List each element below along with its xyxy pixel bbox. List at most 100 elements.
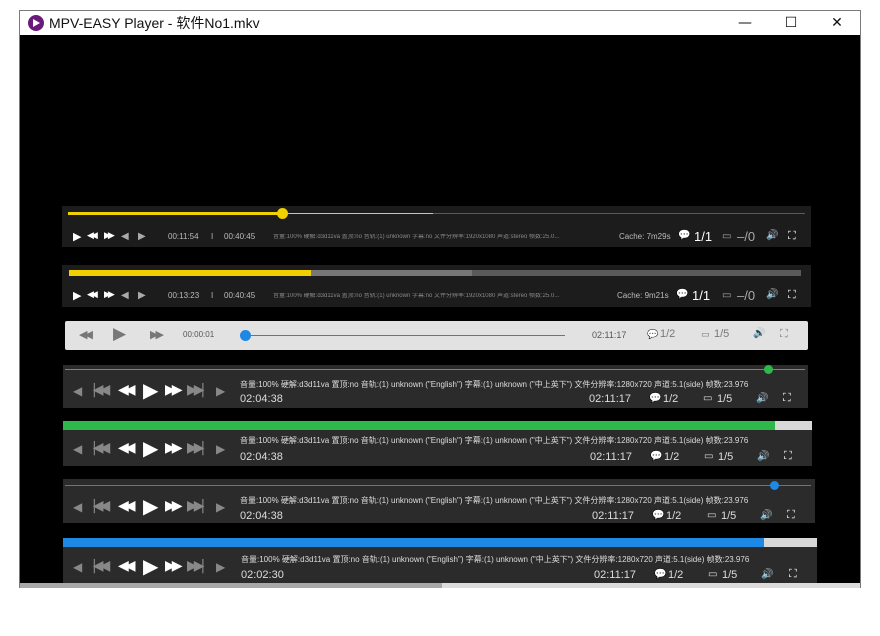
skip-back-icon[interactable]: |◀◀ [92, 499, 110, 513]
subtitle-count[interactable]: 1/5 [717, 394, 732, 405]
comment-icon[interactable]: 💬 [654, 570, 666, 580]
previous-icon[interactable]: ◀ [73, 385, 82, 397]
fullscreen-icon[interactable]: ⛶ [788, 231, 796, 242]
skip-back-icon[interactable]: |◀◀ [92, 383, 110, 397]
rewind-icon[interactable]: ◀◀ [87, 232, 98, 241]
seekbar-progress [69, 270, 311, 276]
subtitle-count[interactable]: 1/5 [714, 329, 729, 340]
next-icon[interactable]: ▶ [216, 443, 225, 455]
rewind-icon[interactable]: ◀◀ [79, 329, 93, 340]
play-icon[interactable]: ▶ [73, 231, 81, 242]
seekbar-handle[interactable] [764, 365, 773, 374]
media-info: 音量:100% 硬解:d3d11va 置顶:no 音轨:(1) unknown … [241, 555, 750, 564]
play-icon[interactable]: ▶ [143, 556, 158, 576]
subtitle-icon[interactable]: ▭ [722, 291, 731, 301]
skip-forward-icon[interactable]: ▶▶| [187, 559, 205, 573]
subtitle-icon[interactable]: ▭ [722, 232, 731, 242]
fast-forward-icon[interactable]: ▶▶ [104, 291, 115, 300]
chapter-count[interactable]: 1/2 [660, 329, 675, 340]
fast-forward-icon[interactable]: ▶▶ [165, 559, 182, 573]
skip-forward-icon[interactable]: ▶▶| [187, 499, 205, 513]
horizontal-scrollbar[interactable] [20, 583, 860, 588]
fast-forward-icon[interactable]: ▶▶ [165, 499, 182, 513]
play-icon[interactable]: ▶ [113, 326, 126, 343]
previous-icon[interactable]: ◀ [73, 501, 82, 513]
fullscreen-icon[interactable]: ⛶ [788, 290, 796, 301]
seekbar-track[interactable] [65, 485, 811, 486]
maximize-button[interactable]: ☐ [768, 11, 814, 35]
rewind-icon[interactable]: ◀◀ [118, 559, 135, 573]
fullscreen-icon[interactable]: ⛶ [780, 329, 788, 340]
scrollbar-thumb[interactable] [20, 583, 442, 588]
next-icon[interactable]: ▶ [216, 501, 225, 513]
fast-forward-icon[interactable]: ▶▶ [165, 383, 182, 397]
next-icon[interactable]: ▶ [216, 385, 225, 397]
subtitle-count[interactable]: 1/5 [718, 452, 733, 463]
skip-forward-icon[interactable]: ▶▶| [187, 441, 205, 455]
subtitle-count[interactable]: 1/5 [721, 511, 736, 522]
minimize-button[interactable]: — [722, 11, 768, 35]
comment-icon[interactable]: 💬 [678, 231, 690, 241]
play-icon[interactable]: ▶ [143, 496, 158, 516]
osc-bar-6: ◀ |◀◀ ◀◀ ▶ ▶▶ ▶▶| ▶ 音量:100% 硬解:d3d11va 置… [63, 479, 815, 523]
comment-icon[interactable]: 💬 [676, 290, 688, 300]
fullscreen-icon[interactable]: ⛶ [787, 510, 795, 521]
subtitle-icon[interactable]: ▭ [701, 330, 710, 339]
volume-icon[interactable]: 🔊 [756, 394, 768, 404]
chapter-count[interactable]: 1/1 [694, 230, 712, 243]
seekbar-handle[interactable] [240, 330, 251, 341]
skip-forward-icon[interactable]: ▶▶| [187, 383, 205, 397]
skip-back-icon[interactable]: |◀◀ [92, 559, 110, 573]
subtitle-count[interactable]: –/0 [737, 289, 755, 302]
next-icon[interactable]: ▶ [216, 561, 225, 573]
video-area[interactable]: ▶ ◀◀ ▶▶ ◀ ▶ 00:11:54 I 00:40:45 音量:100% … [20, 35, 860, 587]
previous-icon[interactable]: ◀ [121, 232, 129, 242]
rewind-icon[interactable]: ◀◀ [87, 291, 98, 300]
volume-icon[interactable]: 🔊 [766, 290, 778, 300]
play-icon[interactable]: ▶ [143, 380, 158, 400]
next-icon[interactable]: ▶ [138, 291, 146, 301]
fullscreen-icon[interactable]: ⛶ [783, 393, 791, 404]
previous-icon[interactable]: ◀ [73, 561, 82, 573]
play-icon[interactable]: ▶ [143, 438, 158, 458]
subtitle-icon[interactable]: ▭ [707, 511, 716, 521]
fullscreen-icon[interactable]: ⛶ [789, 569, 797, 580]
skip-back-icon[interactable]: |◀◀ [92, 441, 110, 455]
fast-forward-icon[interactable]: ▶▶ [165, 441, 182, 455]
chapter-count[interactable]: 1/2 [664, 452, 679, 463]
close-button[interactable]: ✕ [814, 11, 860, 35]
seekbar-handle[interactable] [277, 208, 288, 219]
previous-icon[interactable]: ◀ [121, 291, 129, 301]
volume-icon[interactable]: 🔊 [757, 452, 769, 462]
volume-icon[interactable]: 🔊 [766, 231, 778, 241]
title-bar[interactable]: MPV-EASY Player - 软件No1.mkv — ☐ ✕ [20, 11, 860, 35]
volume-icon[interactable]: 🔊 [753, 329, 765, 339]
chapter-count[interactable]: 1/2 [666, 511, 681, 522]
fullscreen-icon[interactable]: ⛶ [784, 451, 792, 462]
seekbar-handle[interactable] [770, 481, 779, 490]
comment-icon[interactable]: 💬 [649, 394, 661, 404]
rewind-icon[interactable]: ◀◀ [118, 383, 135, 397]
subtitle-count[interactable]: 1/5 [722, 570, 737, 581]
subtitle-icon[interactable]: ▭ [703, 394, 712, 404]
rewind-icon[interactable]: ◀◀ [118, 441, 135, 455]
chapter-count[interactable]: 1/1 [692, 289, 710, 302]
volume-icon[interactable]: 🔊 [761, 570, 773, 580]
volume-icon[interactable]: 🔊 [760, 511, 772, 521]
fast-forward-icon[interactable]: ▶▶ [104, 232, 115, 241]
next-icon[interactable]: ▶ [138, 232, 146, 242]
subtitle-icon[interactable]: ▭ [704, 452, 713, 462]
rewind-icon[interactable]: ◀◀ [118, 499, 135, 513]
subtitle-count[interactable]: –/0 [737, 230, 755, 243]
chapter-count[interactable]: 1/2 [663, 394, 678, 405]
comment-icon[interactable]: 💬 [652, 511, 664, 521]
chapter-count[interactable]: 1/2 [668, 570, 683, 581]
seekbar-track[interactable] [245, 335, 565, 336]
comment-icon[interactable]: 💬 [650, 452, 662, 462]
fast-forward-icon[interactable]: ▶▶ [150, 329, 164, 340]
previous-icon[interactable]: ◀ [73, 443, 82, 455]
comment-icon[interactable]: 💬 [647, 330, 658, 339]
play-icon[interactable]: ▶ [73, 290, 81, 301]
subtitle-icon[interactable]: ▭ [708, 570, 717, 580]
seekbar-track[interactable] [65, 369, 805, 370]
